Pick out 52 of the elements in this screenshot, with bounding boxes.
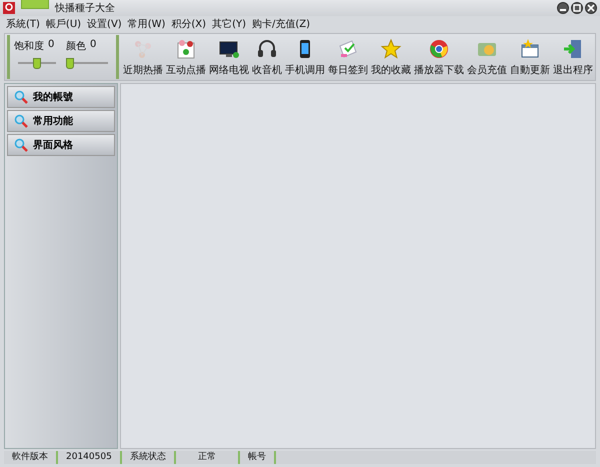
status-cell: 正常 [176, 451, 240, 464]
menu-item[interactable]: 购卡/充值(Z) [252, 16, 310, 30]
menu-item[interactable]: 系統(T) [6, 16, 40, 30]
window-star-icon [522, 38, 538, 57]
close-button[interactable] [585, 2, 597, 14]
search-icon [14, 114, 28, 128]
toolbar-button[interactable]: 我的收藏 [371, 38, 411, 76]
close-icon [587, 4, 595, 12]
toolbar-button[interactable]: 网络电视 [209, 38, 249, 76]
globe-icon [430, 40, 448, 58]
money-icon [478, 42, 496, 56]
maximize-button[interactable] [571, 2, 583, 14]
app-logo-icon [3, 2, 15, 14]
status-cell: 20140505 [58, 451, 122, 464]
toolbar-button[interactable]: 收音机 [252, 38, 282, 76]
sidebar-item[interactable]: 界面风格 [7, 134, 115, 156]
minimize-button[interactable] [557, 2, 569, 14]
sidebar-item[interactable]: 常用功能 [7, 110, 115, 132]
status-cell: 系統状态 [122, 451, 176, 464]
slider-label: 颜色 [66, 40, 86, 53]
slider-reading: 0 [90, 39, 96, 52]
monitor-icon [220, 41, 239, 58]
toolbar-button[interactable]: 退出程序 [553, 38, 593, 76]
toolbar-button[interactable]: 互动点播 [166, 38, 206, 76]
search-icon [14, 90, 28, 104]
slider-reading: 0 [48, 39, 54, 52]
star-icon [380, 38, 402, 58]
toolbar-button[interactable]: 每日签到 [328, 38, 368, 76]
menu-item[interactable]: 积分(X) [171, 16, 206, 30]
maximize-icon [573, 4, 581, 12]
people-icon [178, 40, 194, 58]
menu-item[interactable]: 帳戶(U) [46, 16, 82, 30]
toolbar-button[interactable]: 手机调用 [285, 38, 325, 76]
phone-icon [300, 40, 310, 58]
slider-thumb[interactable] [66, 58, 74, 69]
status-cell: 帳号 [240, 451, 276, 464]
toolbar-button[interactable]: 会员充值 [467, 38, 507, 76]
menu-item[interactable]: 设置(V) [87, 16, 122, 30]
toolbar-button[interactable]: 播放器下载 [414, 38, 464, 76]
headphones-icon [258, 40, 276, 56]
menu-item[interactable]: 其它(Y) [212, 16, 246, 30]
sidebar-item[interactable]: 我的帳號 [7, 86, 115, 108]
calendar-icon [339, 40, 357, 58]
slider-label: 饱和度 [14, 40, 44, 53]
exit-door-icon [562, 40, 581, 58]
molecule-icon [135, 40, 151, 58]
window-title: 快播種子大全 [55, 2, 115, 15]
status-cell: 軟件版本 [4, 451, 58, 464]
slider-thumb[interactable] [33, 58, 41, 69]
search-icon [14, 138, 28, 152]
toolbar-button[interactable]: 自動更新 [510, 38, 550, 76]
menu-item[interactable]: 常用(W) [128, 16, 166, 30]
